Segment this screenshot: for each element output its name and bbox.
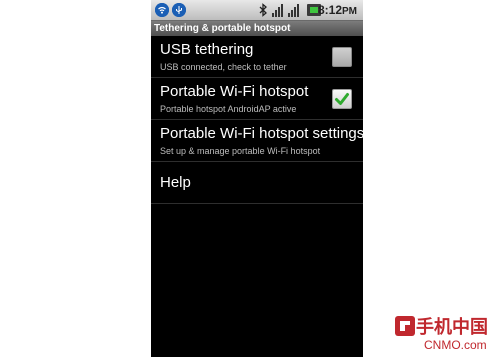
usb-tethering-row[interactable]: USB tethering USB connected, check to te… xyxy=(151,36,363,78)
usb-tethering-checkbox[interactable] xyxy=(332,47,352,67)
portable-wifi-hotspot-row[interactable]: Portable Wi-Fi hotspot Portable hotspot … xyxy=(151,78,363,120)
signal-icon xyxy=(288,3,300,17)
bluetooth-icon xyxy=(258,3,268,17)
cnmo-logo-icon xyxy=(395,316,415,336)
screen-title: Tethering & portable hotspot xyxy=(151,21,363,36)
checkmark-icon xyxy=(335,93,349,105)
status-clock: 8:12PM xyxy=(317,3,357,17)
portable-wifi-hotspot-checkbox[interactable] xyxy=(332,89,352,109)
portable-wifi-hotspot-label: Portable Wi-Fi hotspot xyxy=(160,83,309,100)
hotspot-settings-label: Portable Wi-Fi hotspot settings xyxy=(160,125,363,142)
usb-tethering-label: USB tethering xyxy=(160,41,254,58)
watermark-en-text: CNMO.com xyxy=(424,338,487,352)
cnmo-watermark: 手机中国 CNMO.com xyxy=(394,313,498,355)
usb-notification-icon xyxy=(172,3,186,17)
status-bar[interactable]: 8:12PM xyxy=(151,0,363,21)
settings-list: USB tethering USB connected, check to te… xyxy=(151,36,363,204)
portable-wifi-hotspot-summary: Portable hotspot AndroidAP active xyxy=(160,104,297,114)
hotspot-settings-row[interactable]: Portable Wi-Fi hotspot settings Set up &… xyxy=(151,120,363,162)
signal-icon xyxy=(272,3,284,17)
watermark-cn-text: 手机中国 xyxy=(416,317,488,338)
help-label: Help xyxy=(160,174,191,191)
hotspot-settings-summary: Set up & manage portable Wi-Fi hotspot xyxy=(160,146,321,156)
usb-tethering-summary: USB connected, check to tether xyxy=(160,62,287,72)
wifi-hotspot-notification-icon xyxy=(155,3,169,17)
phone-screen: 8:12PM Tethering & portable hotspot USB … xyxy=(151,0,363,357)
help-row[interactable]: Help xyxy=(151,162,363,204)
